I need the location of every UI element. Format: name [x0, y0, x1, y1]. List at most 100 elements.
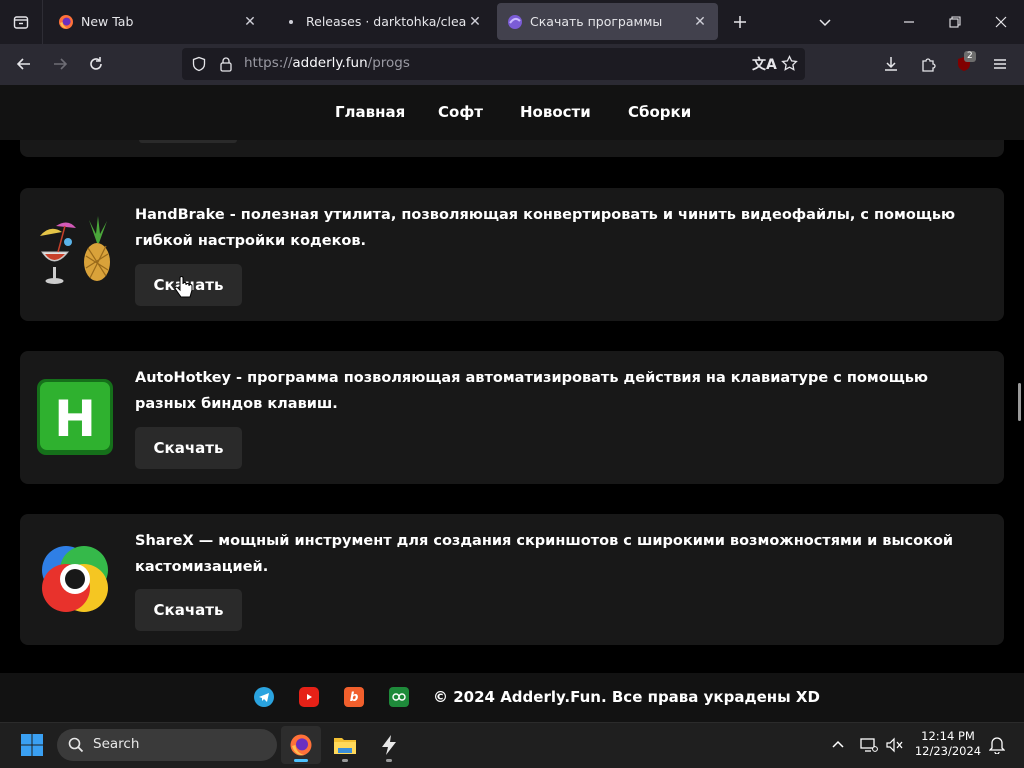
tab-list-icon — [13, 16, 29, 29]
url-scheme: https:// — [244, 55, 293, 71]
new-tab-button[interactable] — [717, 0, 763, 44]
youtube-icon[interactable] — [299, 687, 319, 707]
translate-icon[interactable]: 文A — [752, 54, 777, 74]
speaker-muted-icon — [886, 737, 903, 753]
notifications-button[interactable] — [987, 735, 1007, 755]
url-text[interactable]: https://adderly.fun/progs — [244, 55, 410, 71]
sharex-icon — [36, 540, 114, 618]
firefox-icon — [290, 734, 312, 756]
bookmark-star-icon[interactable] — [781, 55, 798, 72]
start-button[interactable] — [12, 726, 52, 764]
close-tab-icon[interactable]: ✕ — [242, 14, 258, 30]
tab-bar: New Tab ✕ Releases · darktohka/clean-fla… — [0, 0, 1024, 44]
show-hidden-icons-button[interactable] — [828, 735, 848, 755]
page-scrollbar-thumb[interactable] — [1018, 383, 1021, 421]
program-card-partial — [20, 140, 1004, 157]
running-indicator — [294, 759, 308, 762]
monitor-network-icon — [860, 738, 878, 752]
tab-title: Скачать программы — [530, 14, 663, 29]
ublock-extension-button[interactable]: 2 — [948, 48, 980, 80]
boosty-icon[interactable]: b — [344, 687, 364, 707]
tab-releases[interactable]: Releases · darktohka/clean-flash ✕ — [273, 3, 493, 40]
tab-title: Releases · darktohka/clean-flash — [306, 14, 467, 29]
download-button-sharex[interactable]: Скачать — [135, 589, 242, 631]
close-tab-icon[interactable]: ✕ — [692, 14, 708, 30]
download-button-autohotkey[interactable]: Скачать — [135, 427, 242, 469]
bell-icon — [989, 737, 1005, 754]
folder-icon — [334, 738, 356, 754]
arrow-right-icon — [54, 58, 68, 70]
volume-tray-button[interactable] — [885, 735, 905, 755]
tracking-shield-icon[interactable] — [191, 56, 207, 72]
chevron-up-icon — [832, 740, 844, 748]
list-all-tabs-button[interactable] — [802, 0, 848, 44]
taskbar-search-box[interactable]: Search — [57, 729, 277, 761]
program-card-sharex: ShareX — мощный инструмент для создания … — [20, 514, 1004, 645]
tab-list-button[interactable] — [0, 0, 43, 44]
program-card-handbrake: HandBrake - полезная утилита, позволяюща… — [20, 188, 1004, 321]
chevron-down-icon — [819, 19, 831, 27]
back-button[interactable] — [8, 48, 40, 80]
program-description: HandBrake - полезная утилита, позволяюща… — [135, 207, 956, 249]
windows-taskbar: Search 12:14 PM 12/23/2024 — [0, 722, 1024, 768]
nav-link-builds[interactable]: Сборки — [628, 103, 691, 121]
tab-new-tab[interactable]: New Tab ✕ — [48, 3, 268, 40]
taskbar-file-explorer[interactable] — [325, 726, 365, 764]
minimize-button[interactable] — [886, 0, 932, 44]
nav-link-soft[interactable]: Софт — [438, 103, 483, 121]
taskbar-app-bolt[interactable] — [369, 726, 409, 764]
windows-logo-icon — [21, 734, 43, 756]
hamburger-icon — [994, 59, 1006, 69]
nav-link-home[interactable]: Главная — [335, 103, 405, 121]
program-description: ShareX — мощный инструмент для создания … — [135, 533, 954, 575]
puzzle-icon — [922, 58, 936, 72]
tracker-icon[interactable] — [389, 687, 409, 707]
autohotkey-icon: H — [35, 377, 115, 457]
github-icon — [283, 14, 299, 30]
telegram-icon[interactable] — [254, 687, 274, 707]
clock-time: 12:14 PM — [921, 729, 975, 743]
site-favicon-icon — [507, 14, 523, 30]
search-icon — [68, 737, 84, 753]
url-path: /progs — [367, 55, 410, 71]
downloads-button[interactable] — [875, 48, 907, 80]
tab-active[interactable]: Скачать программы ✕ — [497, 3, 718, 40]
program-description: AutoHotkey - программа позволяющая автом… — [135, 370, 928, 412]
menu-button[interactable] — [984, 48, 1016, 80]
nav-link-news[interactable]: Новости — [520, 103, 591, 121]
clock-date: 12/23/2024 — [914, 744, 982, 758]
reload-icon — [90, 57, 102, 70]
minimize-icon — [904, 21, 914, 23]
network-tray-button[interactable] — [859, 735, 879, 755]
taskbar-firefox[interactable] — [281, 726, 321, 764]
site-header: Главная Софт Новости Сборки — [0, 85, 1024, 140]
program-card-autohotkey: H AutoHotkey - программа позволяющая авт… — [20, 351, 1004, 484]
extensions-button[interactable] — [912, 48, 944, 80]
url-bar[interactable]: https://adderly.fun/progs 文A — [182, 48, 805, 80]
arrow-left-icon — [16, 58, 30, 70]
plus-icon — [734, 16, 746, 28]
restore-button[interactable] — [932, 0, 978, 44]
close-tab-icon[interactable]: ✕ — [467, 14, 483, 30]
running-indicator — [386, 759, 392, 762]
restore-icon — [949, 16, 961, 28]
extension-badge: 2 — [964, 51, 976, 62]
lock-icon[interactable] — [219, 56, 233, 72]
forward-button[interactable] — [44, 48, 76, 80]
mouse-cursor-hand-icon — [174, 276, 193, 298]
search-label: Search — [93, 736, 140, 752]
lightning-bolt-icon — [382, 735, 396, 755]
taskbar-clock[interactable]: 12:14 PM 12/23/2024 — [910, 729, 986, 759]
handbrake-icon — [34, 212, 116, 294]
running-indicator — [342, 759, 348, 762]
copyright-text: © 2024 Adderly.Fun. Все права украдены X… — [433, 688, 820, 706]
reload-button[interactable] — [80, 48, 112, 80]
download-button-partial[interactable] — [139, 140, 237, 143]
close-window-button[interactable] — [978, 0, 1024, 44]
firefox-icon — [58, 14, 74, 30]
autohotkey-letter: H — [54, 390, 96, 448]
tab-title: New Tab — [81, 14, 134, 29]
url-host: adderly.fun — [292, 55, 368, 71]
site-footer: b © 2024 Adderly.Fun. Все права украдены… — [0, 673, 1024, 722]
close-icon — [995, 16, 1007, 28]
